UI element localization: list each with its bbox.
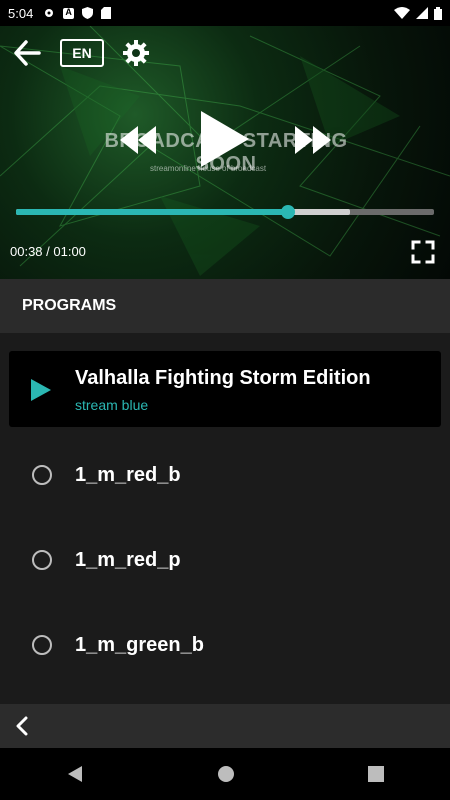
seek-bar[interactable] <box>16 205 434 219</box>
seek-progress <box>16 209 288 215</box>
radio-unselected-icon[interactable] <box>32 465 52 485</box>
play-icon[interactable] <box>201 111 249 167</box>
app-a-icon <box>63 7 75 19</box>
program-subtitle: stream blue <box>75 397 149 413</box>
fullscreen-icon[interactable] <box>411 240 435 264</box>
time-readout: 00:38 / 01:00 <box>10 244 86 259</box>
play-indicator-icon <box>31 379 51 401</box>
shield-icon <box>82 7 94 19</box>
system-nav-bar <box>0 748 450 800</box>
nav-recents-icon[interactable] <box>367 766 384 782</box>
back-arrow-icon[interactable] <box>12 39 42 67</box>
sd-card-icon <box>101 7 112 19</box>
program-item[interactable]: 1_m_red_p <box>0 530 450 590</box>
wifi-icon <box>394 7 410 19</box>
fast-forward-icon[interactable] <box>295 126 331 154</box>
battery-icon <box>434 6 442 20</box>
language-button[interactable]: EN <box>60 39 104 67</box>
radio-unselected-icon[interactable] <box>32 635 52 655</box>
nav-home-icon[interactable] <box>217 765 235 783</box>
programs-title: PROGRAMS <box>22 297 117 314</box>
status-bar: 5:04 <box>0 0 450 26</box>
program-label: 1_m_red_p <box>75 548 181 571</box>
programs-header: PROGRAMS <box>0 279 450 333</box>
rewind-icon[interactable] <box>120 126 156 154</box>
video-player[interactable]: EN BROADCAST STARTING SOON streamonline … <box>0 26 450 279</box>
programs-list: Valhalla Fighting Storm Edition stream b… <box>0 333 450 704</box>
bottom-bar <box>0 704 450 748</box>
signal-icon <box>416 7 428 19</box>
seek-thumb[interactable] <box>280 205 295 219</box>
program-item-active[interactable]: Valhalla Fighting Storm Edition stream b… <box>9 351 441 427</box>
gear-small-icon <box>45 9 54 17</box>
program-item[interactable]: 1_m_red_b <box>0 445 450 505</box>
program-item[interactable]: 1_m_green_b <box>0 615 450 675</box>
program-label: 1_m_red_b <box>75 463 181 486</box>
nav-back-icon[interactable] <box>66 765 84 783</box>
chevron-left-icon[interactable] <box>14 716 30 736</box>
status-time: 5:04 <box>8 5 34 21</box>
radio-unselected-icon[interactable] <box>32 550 52 570</box>
settings-gear-icon[interactable] <box>121 38 151 68</box>
status-right <box>394 6 442 20</box>
status-icons <box>43 7 112 19</box>
program-label: 1_m_green_b <box>75 633 204 656</box>
program-title: Valhalla Fighting Storm Edition <box>75 367 371 389</box>
player-top-controls: EN <box>0 36 450 70</box>
